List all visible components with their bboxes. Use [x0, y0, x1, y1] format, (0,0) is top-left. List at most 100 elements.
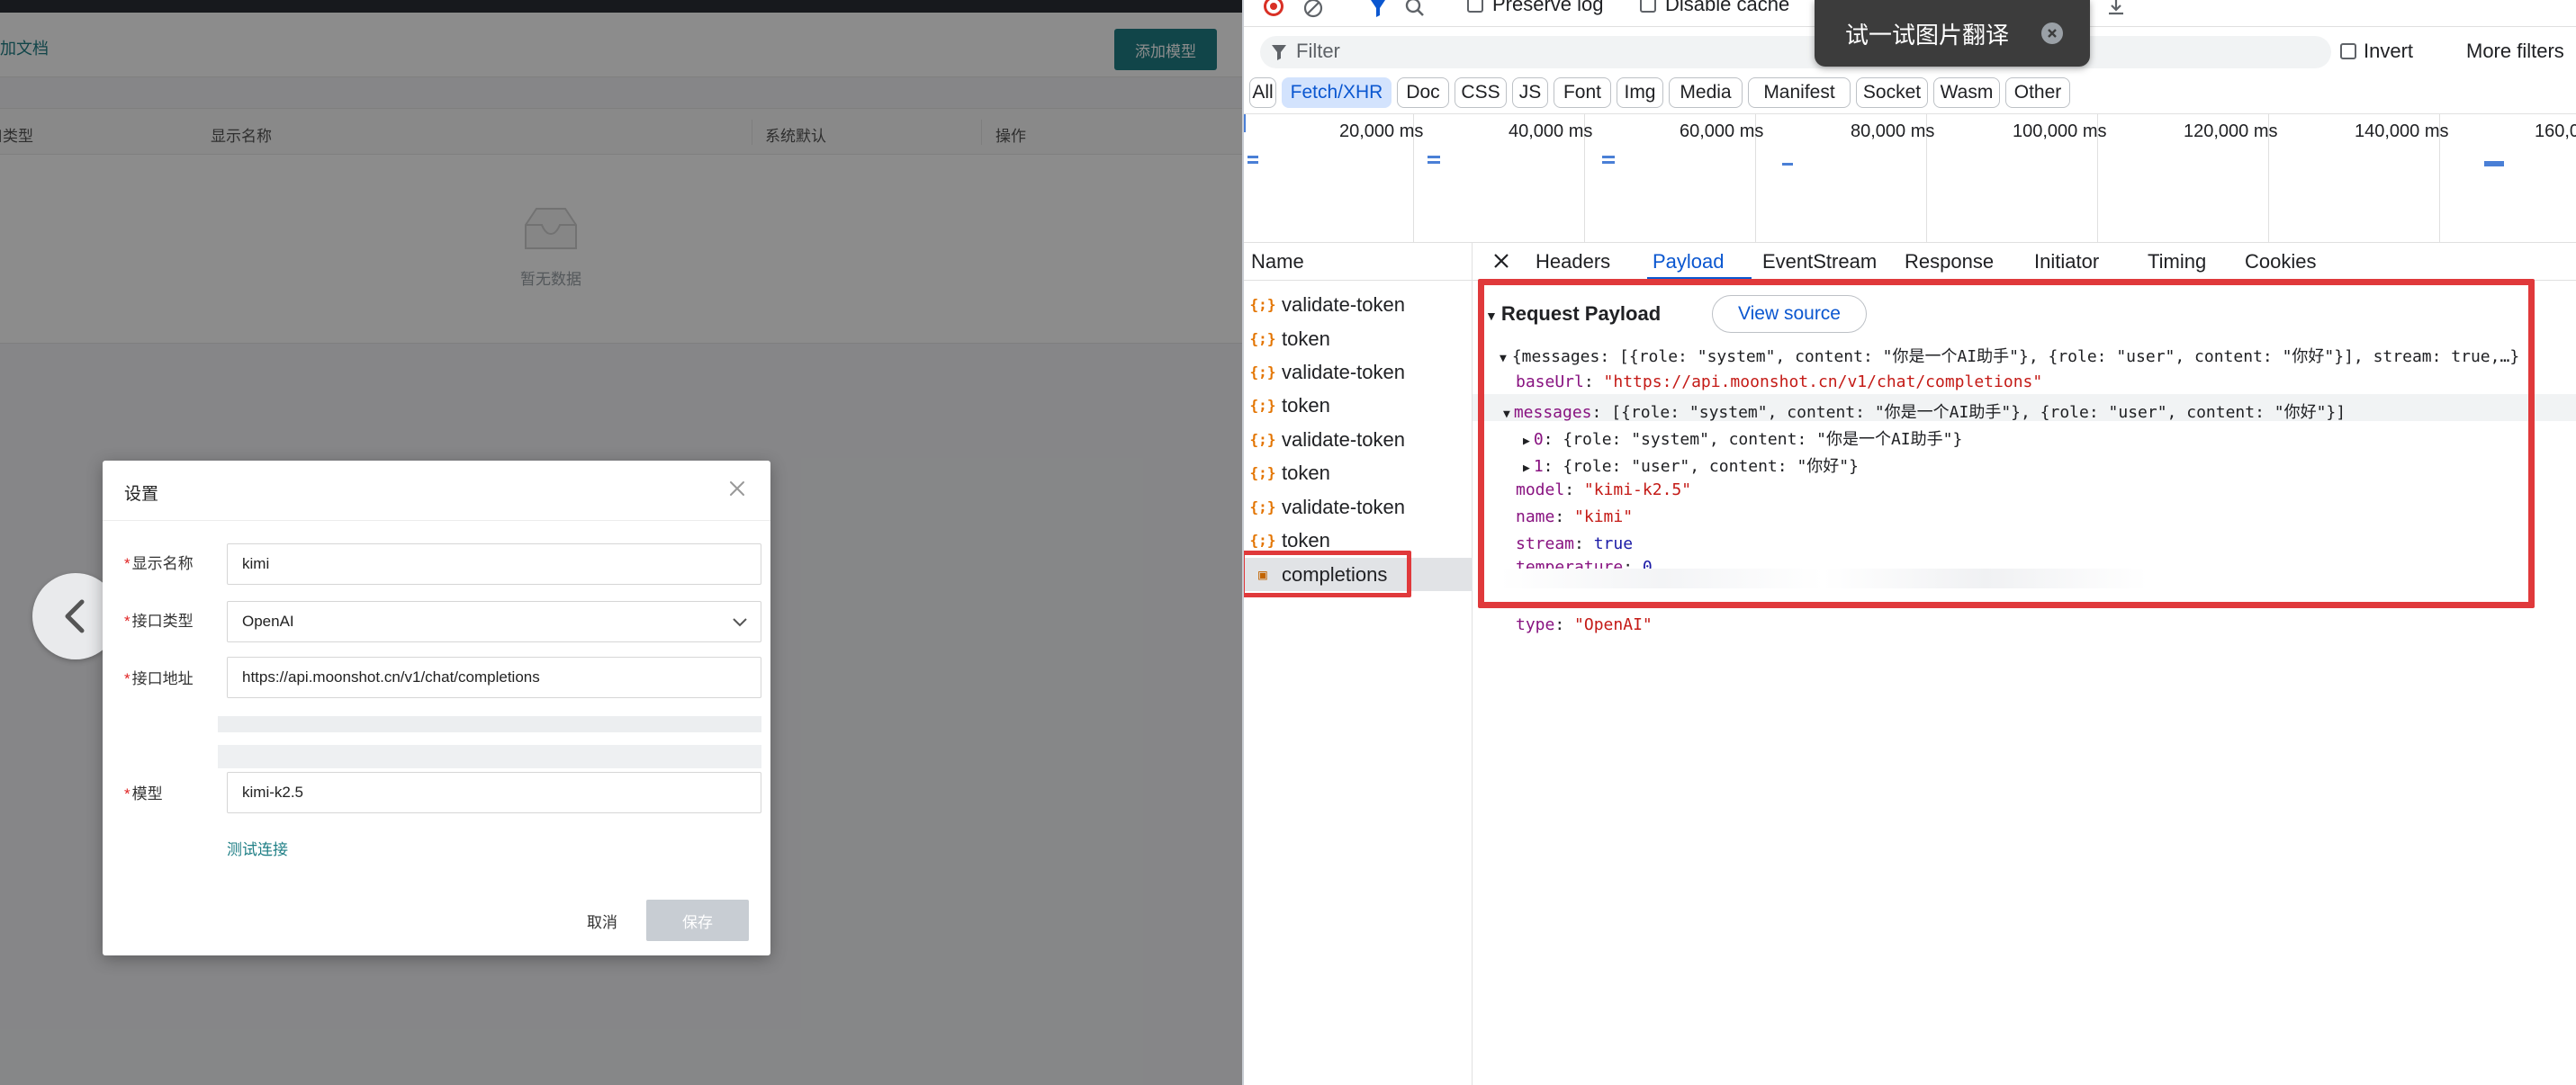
- chip-css[interactable]: CSS: [1455, 77, 1507, 108]
- download-icon[interactable]: [2106, 0, 2126, 18]
- api-url-label-text: 接口地址: [131, 670, 194, 687]
- chip-media[interactable]: Media: [1669, 77, 1743, 108]
- request-row[interactable]: {;} validate-token: [1244, 288, 1473, 321]
- api-url-input[interactable]: https://api.moonshot.cn/v1/chat/completi…: [227, 657, 761, 698]
- timeline-label: 60,000 ms: [1680, 121, 1764, 141]
- xhr-icon: {;}: [1249, 532, 1276, 549]
- chip-socket[interactable]: Socket: [1856, 77, 1928, 108]
- timeline-bar: [1602, 156, 1615, 158]
- timeline-bar: [1782, 163, 1793, 166]
- chip-manifest[interactable]: Manifest: [1748, 77, 1851, 108]
- tab-payload[interactable]: Payload: [1653, 250, 1725, 273]
- filter-icon: [1272, 45, 1286, 60]
- chevron-left-icon: [65, 599, 85, 633]
- resource-type-filter-bar: All Fetch/XHR Doc CSS JS Font Img Media …: [1244, 76, 2576, 113]
- close-icon: [2048, 29, 2057, 38]
- timeline-label: 80,000 ms: [1851, 121, 1935, 141]
- devtools-network-panel: Preserve log Disable cache Filter Invert…: [1242, 0, 2576, 1085]
- timeline-cursor: [1244, 114, 1246, 132]
- request-row[interactable]: {;} validate-token: [1244, 355, 1473, 389]
- chip-js[interactable]: JS: [1512, 77, 1548, 108]
- dialog-title: 设置: [124, 485, 159, 504]
- xhr-icon: {;}: [1249, 431, 1276, 448]
- request-name: token: [1282, 461, 1330, 484]
- request-row[interactable]: {;} token: [1244, 456, 1473, 489]
- tab-initiator[interactable]: Initiator: [2034, 250, 2099, 273]
- close-icon[interactable]: [724, 475, 751, 502]
- timeline-bar: [1247, 156, 1258, 158]
- request-detail-pane: Headers Payload EventStream Response Ini…: [1473, 243, 2576, 1085]
- detail-tab-bar: Headers Payload EventStream Response Ini…: [1473, 243, 2576, 281]
- timeline-label: 20,000 ms: [1339, 121, 1424, 141]
- chip-img[interactable]: Img: [1617, 77, 1663, 108]
- invert-checkbox[interactable]: [2340, 43, 2356, 59]
- chip-all[interactable]: All: [1249, 77, 1276, 108]
- filter-toggle-icon[interactable]: [1368, 0, 1388, 18]
- model-input[interactable]: kimi-k2.5: [227, 772, 761, 813]
- tab-headers[interactable]: Headers: [1536, 250, 1610, 273]
- xhr-icon: {;}: [1249, 464, 1276, 481]
- preserve-log-label: Preserve log: [1492, 0, 1604, 15]
- model-label: * 模型: [124, 781, 163, 803]
- preserve-log-checkbox[interactable]: [1467, 0, 1483, 13]
- dialog-divider: [103, 520, 770, 521]
- chip-doc[interactable]: Doc: [1397, 77, 1449, 108]
- xhr-icon: {;}: [1249, 296, 1276, 313]
- chevron-down-icon: [733, 618, 747, 627]
- chip-fetch-xhr[interactable]: Fetch/XHR: [1282, 77, 1392, 108]
- name-column-header[interactable]: Name: [1244, 243, 1473, 281]
- required-mark: *: [124, 670, 131, 687]
- chip-other[interactable]: Other: [2005, 77, 2070, 108]
- request-row[interactable]: {;} validate-token: [1244, 423, 1473, 456]
- required-mark: *: [124, 555, 131, 572]
- filter-input[interactable]: Filter: [1296, 40, 1340, 63]
- close-icon[interactable]: [1491, 250, 1512, 272]
- invert-label: Invert: [2364, 40, 2414, 62]
- api-type-select[interactable]: OpenAI: [227, 601, 761, 642]
- display-name-label-text: 显示名称: [131, 555, 194, 572]
- test-connection-link[interactable]: 测试连接: [227, 837, 288, 859]
- network-timeline-overview[interactable]: 20,000 ms 40,000 ms 60,000 ms 80,000 ms …: [1244, 113, 2576, 244]
- blurred-field-region: [218, 705, 761, 770]
- translate-tooltip-text: 试一试图片翻译: [1845, 21, 2010, 49]
- required-mark: *: [124, 613, 131, 630]
- tab-response[interactable]: Response: [1905, 250, 1994, 273]
- timeline-bar: [2484, 161, 2504, 166]
- key-text: type: [1516, 615, 1555, 634]
- more-filters-button[interactable]: More filters: [2466, 40, 2564, 63]
- save-button[interactable]: 保存: [646, 900, 749, 941]
- timeline-bar: [1428, 161, 1440, 164]
- model-label-text: 模型: [131, 785, 163, 803]
- cancel-button[interactable]: 取消: [553, 900, 652, 941]
- record-stop-icon[interactable]: [1264, 0, 1283, 16]
- request-name: validate-token: [1282, 360, 1405, 383]
- timeline-bar: [1247, 161, 1258, 164]
- chip-font[interactable]: Font: [1554, 77, 1611, 108]
- clear-icon[interactable]: [1303, 0, 1323, 18]
- request-row[interactable]: {;} validate-token: [1244, 490, 1473, 524]
- timeline-bar: [1428, 156, 1440, 158]
- request-row[interactable]: {;} token: [1244, 389, 1473, 422]
- translate-image-tooltip[interactable]: 试一试图片翻译: [1815, 0, 2090, 67]
- search-icon[interactable]: [1404, 0, 1426, 20]
- tab-cookies[interactable]: Cookies: [2245, 250, 2316, 273]
- tab-timing[interactable]: Timing: [2148, 250, 2206, 273]
- request-row[interactable]: {;} token: [1244, 322, 1473, 355]
- chip-wasm[interactable]: Wasm: [1933, 77, 2000, 108]
- payload-type-row: type: "OpenAI": [1516, 615, 1653, 634]
- request-name: token: [1282, 327, 1330, 350]
- close-circle-icon[interactable]: [2041, 22, 2063, 44]
- xhr-icon: {;}: [1249, 498, 1276, 516]
- highlight-box-completions: [1244, 551, 1411, 597]
- tab-eventstream[interactable]: EventStream: [1762, 250, 1877, 273]
- disable-cache-label: Disable cache: [1665, 0, 1790, 15]
- left-app-window: 添加文档 添加模型 口类型 显示名称 系统默认 操作 暂无数据 设置 *显示名称…: [0, 0, 1242, 1085]
- filter-input-box[interactable]: [1260, 36, 2331, 68]
- display-name-label: * 显示名称: [124, 551, 194, 573]
- disable-cache-checkbox[interactable]: [1640, 0, 1656, 13]
- settings-dialog: 设置 * 显示名称 kimi * 接口类型 OpenAI * 接口地址 https:/…: [103, 461, 770, 955]
- highlight-box-payload: [1478, 279, 2535, 608]
- display-name-input[interactable]: kimi: [227, 543, 761, 585]
- timeline-label: 120,000 ms: [2184, 121, 2278, 141]
- value-text: "OpenAI": [1574, 615, 1653, 634]
